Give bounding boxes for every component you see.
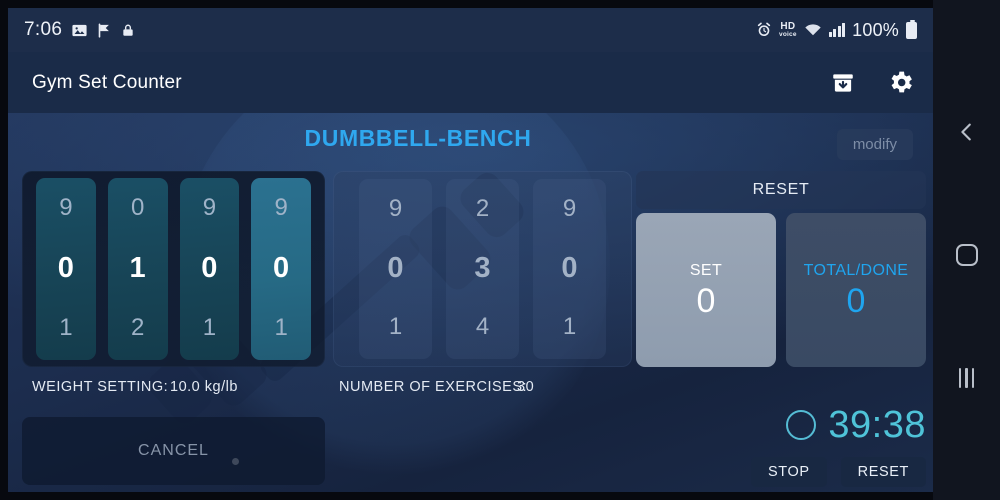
status-bar-right: HD voice 100% [756,19,917,41]
weight-wheel-2-below: 2 [130,314,145,341]
status-bar-left: 7:06 [24,19,135,41]
weight-wheel-4[interactable]: 9 0 1 [251,178,311,360]
title-row: DUMBBELL-BENCH modify [8,125,933,163]
weight-wheel-3[interactable]: 9 0 1 [179,178,240,360]
exercise-wheel-1-above: 9 [388,195,403,222]
exercise-wheel-3-above: 9 [562,195,577,222]
battery-icon [906,19,917,39]
weight-picker-panel: 9 0 1 0 1 2 9 0 1 9 0 1 [22,171,325,367]
set-counter-box[interactable]: SET 0 [636,213,776,367]
weight-wheel-3-selected: 0 [201,251,218,284]
weight-wheel-4-below: 1 [274,314,288,341]
total-done-label: TOTAL/DONE [803,262,909,279]
recents-bars-icon[interactable] [945,356,989,400]
status-bar: 7:06 HD voice 100% [8,8,933,52]
exercise-count-picker-panel: 9 0 1 2 3 4 9 0 1 [333,171,632,367]
flag-check-icon [97,22,112,39]
app-bar-actions [830,68,915,97]
set-counter-value: 0 [696,282,716,320]
wifi-icon [804,23,822,37]
back-chevron-icon[interactable] [945,110,989,154]
status-clock: 7:06 [24,19,63,40]
weight-wheel-4-selected: 0 [273,251,290,284]
screen-root: 7:06 HD voice 100% Gym Set Counter DUMBB… [0,0,1000,500]
reset-counters-button[interactable]: RESET [636,171,926,209]
exercise-wheel-3[interactable]: 9 0 1 [533,179,606,359]
weight-wheel-1[interactable]: 9 0 1 [36,178,96,360]
timer-buttons: STOP RESET [636,457,926,487]
weight-wheel-2[interactable]: 0 1 2 [107,178,168,360]
app-bar: Gym Set Counter [8,52,933,113]
weight-wheel-3-above: 9 [202,194,217,221]
android-nav-bar [933,0,1000,500]
exercise-wheel-2-below: 4 [475,313,490,340]
cancel-button[interactable]: CANCEL [22,417,325,485]
alarm-clock-icon [756,22,772,38]
exercise-wheel-1-below: 1 [388,313,403,340]
weight-wheel-1-below: 1 [59,314,73,341]
gear-icon[interactable] [886,68,915,97]
signal-bars-icon [828,23,846,37]
total-done-value: 0 [846,282,866,320]
weight-wheel-1-selected: 0 [57,251,74,284]
exercise-picker-wheels: 9 0 1 2 3 4 9 0 1 [333,171,632,367]
weight-setting-label: WEIGHT SETTING: [32,379,169,395]
weight-wheel-1-above: 9 [59,194,73,221]
hd-voice-icon: HD voice [779,21,797,39]
exercise-wheel-1-selected: 0 [387,251,404,284]
number-of-exercises-label: NUMBER OF EXERCISES: [339,379,528,395]
weight-picker-wheels: 9 0 1 0 1 2 9 0 1 9 0 1 [22,171,325,367]
total-done-counter-box[interactable]: TOTAL/DONE 0 [786,213,926,367]
phone-viewport: 7:06 HD voice 100% Gym Set Counter DUMBB… [8,8,933,492]
weight-setting-value: 10.0 kg/lb [170,379,238,395]
exercise-wheel-2-selected: 3 [474,251,491,284]
modify-button[interactable]: modify [836,129,913,160]
lock-icon [121,22,135,39]
exercise-wheel-2-above: 2 [475,195,490,222]
exercise-wheel-3-selected: 0 [561,251,578,284]
main-content: DUMBBELL-BENCH modify 9 0 1 0 1 2 9 0 1 … [8,113,933,492]
exercise-wheel-2[interactable]: 2 3 4 [446,179,519,359]
hd-badge-bottom: voice [779,30,797,38]
weight-wheel-3-below: 1 [202,314,217,341]
timer-value: 39:38 [828,404,926,446]
exercise-wheel-1[interactable]: 9 0 1 [359,179,432,359]
timer-stop-button[interactable]: STOP [751,457,827,487]
home-square-icon[interactable] [945,233,989,277]
weight-wheel-4-above: 9 [274,194,288,221]
timer-reset-button[interactable]: RESET [840,457,926,487]
weight-wheel-2-above: 0 [130,194,145,221]
archive-download-icon[interactable] [830,70,856,96]
set-counter-label: SET [689,262,723,279]
app-title: Gym Set Counter [32,71,182,93]
exercise-wheel-3-below: 1 [562,313,577,340]
timer-circle-icon [786,410,817,440]
battery-percent-label: 100% [852,19,899,40]
weight-wheel-2-selected: 1 [129,251,146,284]
timer-row: 39:38 [636,401,926,449]
exercise-title: DUMBBELL-BENCH [304,125,532,151]
number-of-exercises-value: 30 [517,379,535,395]
photo-icon [71,22,88,39]
